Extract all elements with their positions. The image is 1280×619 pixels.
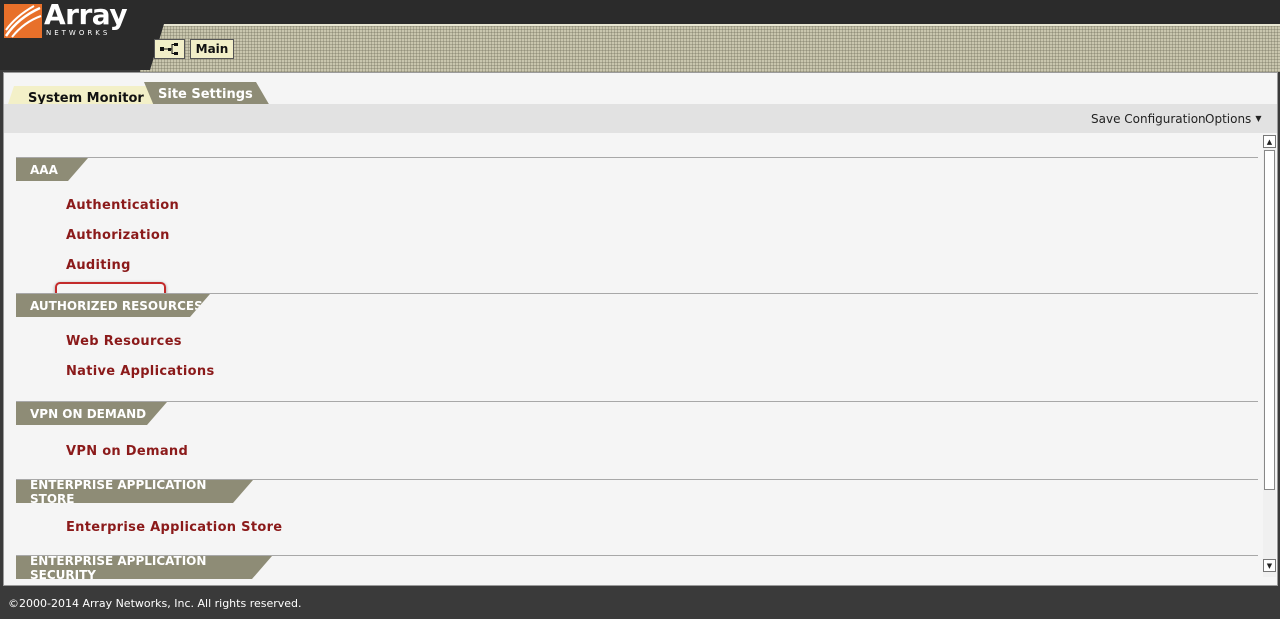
toolbar: Save Configuration Options ▼: [4, 104, 1277, 133]
content-panel: System Monitor Site Settings Save Config…: [3, 72, 1278, 586]
tab-bar: System Monitor Site Settings: [4, 79, 1277, 110]
link-authorization[interactable]: Authorization: [66, 228, 170, 243]
options-menu[interactable]: Options ▼: [1205, 112, 1261, 126]
topology-button[interactable]: [154, 39, 185, 59]
logo-subtext: NETWORKS: [46, 29, 111, 37]
link-enterprise-application-store[interactable]: Enterprise Application Store: [66, 520, 282, 535]
scroll-down-icon[interactable]: ▼: [1263, 559, 1276, 572]
section-enterprise-application-store: ENTERPRISE APPLICATION STORE: [16, 479, 1258, 503]
section-title: ENTERPRISE APPLICATION SECURITY: [16, 556, 272, 579]
section-title: ENTERPRISE APPLICATION STORE: [16, 480, 253, 503]
link-native-applications[interactable]: Native Applications: [66, 364, 215, 379]
caret-down-icon: ▼: [1255, 114, 1262, 123]
section-title: AUTHORIZED RESOURCES: [16, 294, 210, 317]
header-pattern-bar: [140, 24, 1280, 72]
link-web-resources[interactable]: Web Resources: [66, 334, 182, 349]
copyright-text: ©2000-2014 Array Networks, Inc. All righ…: [8, 597, 302, 610]
tab-site-settings[interactable]: Site Settings: [144, 82, 270, 106]
footer: ©2000-2014 Array Networks, Inc. All righ…: [0, 586, 1280, 619]
logo-text: Array: [44, 0, 128, 31]
section-enterprise-application-security: ENTERPRISE APPLICATION SECURITY: [16, 555, 1258, 579]
section-title: VPN ON DEMAND: [16, 402, 167, 425]
options-label: Options: [1205, 112, 1252, 126]
main-button[interactable]: Main: [190, 39, 234, 59]
link-auditing[interactable]: Auditing: [66, 258, 131, 273]
link-vpn-on-demand[interactable]: VPN on Demand: [66, 444, 188, 459]
vertical-scrollbar[interactable]: ▲ ▼: [1263, 135, 1276, 577]
scroll-up-icon[interactable]: ▲: [1263, 135, 1276, 148]
network-topology-icon: [159, 43, 178, 55]
array-logo-icon: [4, 4, 42, 38]
save-configuration-button[interactable]: Save Configuration: [1091, 112, 1206, 126]
app-header: Array NETWORKS Main: [0, 0, 1280, 72]
scrollbar-thumb[interactable]: [1264, 150, 1275, 490]
section-aaa: AAA: [16, 157, 1258, 181]
link-authentication[interactable]: Authentication: [66, 198, 179, 213]
section-vpn-on-demand: VPN ON DEMAND: [16, 401, 1258, 425]
settings-list: AAA Authentication Authorization Auditin…: [4, 133, 1260, 585]
section-authorized-resources: AUTHORIZED RESOURCES: [16, 293, 1258, 317]
section-title: AAA: [16, 158, 88, 181]
logo: Array NETWORKS: [0, 0, 164, 70]
